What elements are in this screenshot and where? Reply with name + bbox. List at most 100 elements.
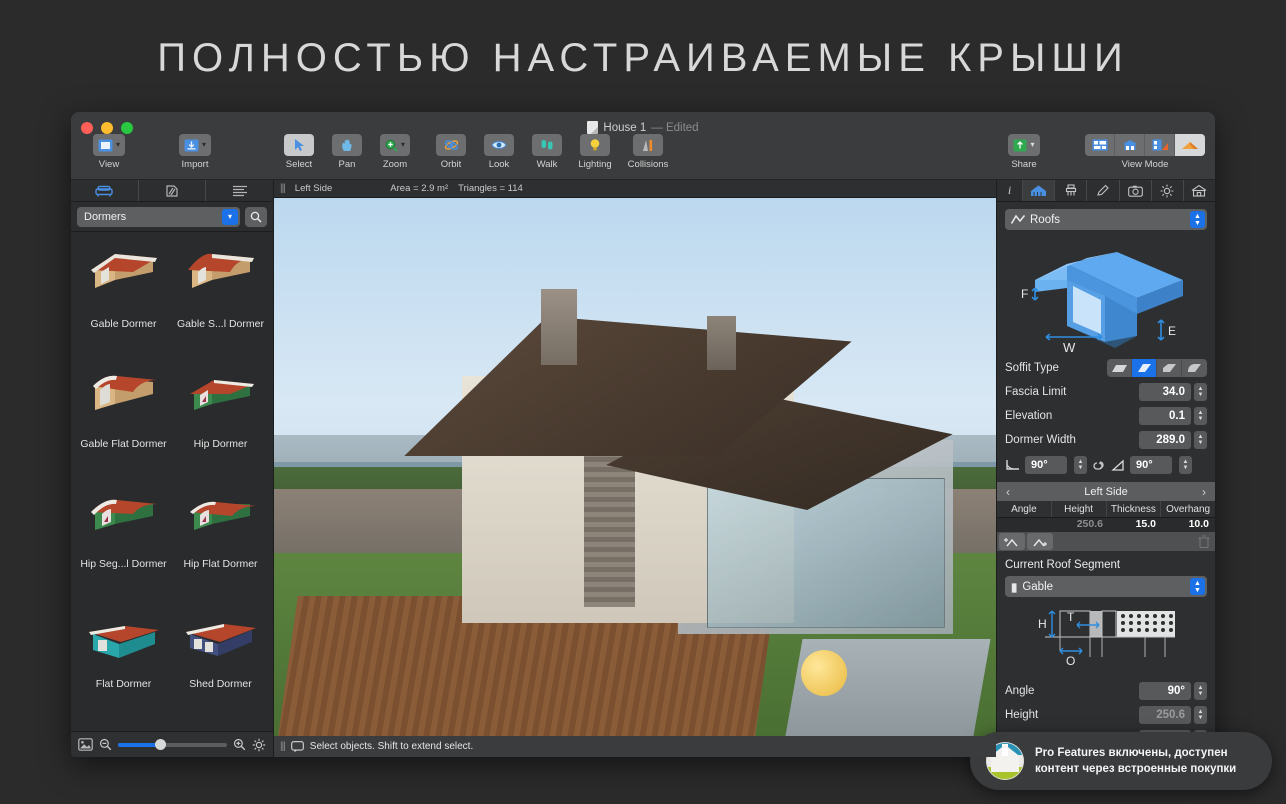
list-item[interactable]: Shed Dormer — [172, 602, 269, 720]
angle-right-value[interactable]: 90° — [1130, 456, 1172, 474]
angle-left-stepper[interactable]: ▲▼ — [1074, 456, 1087, 474]
import-button[interactable]: ▾ — [179, 134, 211, 156]
image-icon[interactable] — [78, 738, 93, 751]
drag-grip-icon[interactable]: ||| — [280, 183, 285, 194]
lighting-button[interactable] — [580, 134, 610, 156]
segment-angle-value[interactable]: 90° — [1139, 682, 1191, 700]
gear-icon[interactable] — [252, 738, 266, 752]
elevation-stepper[interactable]: ▲▼ — [1194, 407, 1207, 425]
table-row[interactable]: 250.6 15.0 10.0 — [997, 518, 1215, 532]
tab-info[interactable]: i — [997, 180, 1023, 201]
walk-button[interactable] — [532, 134, 562, 156]
tool-walk[interactable]: Walk — [524, 134, 570, 170]
house-icon — [1191, 184, 1207, 197]
segment-angle-control[interactable]: 90° ▲▼ — [1139, 682, 1207, 700]
drag-grip-icon[interactable]: ||| — [280, 741, 285, 752]
list-item[interactable]: Hip Dormer — [172, 362, 269, 480]
right-panel-tabs: i — [997, 180, 1215, 202]
elevation-value[interactable]: 0.1 — [1139, 407, 1191, 425]
zoom-in-icon[interactable] — [233, 738, 246, 751]
add-segment-button[interactable] — [999, 533, 1025, 550]
stepper-icon[interactable]: ▲▼ — [1190, 211, 1205, 228]
list-item[interactable] — [172, 722, 269, 731]
list-item[interactable]: Hip Seg...l Dormer — [75, 482, 172, 600]
tool-select[interactable]: Select — [276, 134, 322, 170]
category-dropdown[interactable]: Dormers ▾ — [77, 207, 240, 227]
list-item[interactable]: Flat Dormer — [75, 602, 172, 720]
zoom-slider[interactable] — [118, 743, 227, 747]
elevation-control[interactable]: 0.1 ▲▼ — [1139, 407, 1207, 425]
tab-building[interactable] — [1184, 180, 1215, 201]
soffit-option-stepped[interactable] — [1157, 359, 1182, 377]
fascia-limit-control[interactable]: 34.0 ▲▼ — [1139, 383, 1207, 401]
view-mode-segmented[interactable] — [1085, 134, 1205, 156]
chevron-right-icon[interactable]: › — [1193, 485, 1215, 499]
soffit-option-flat[interactable] — [1107, 359, 1132, 377]
tab-edit[interactable] — [1087, 180, 1119, 201]
list-item[interactable]: Gable Dormer — [75, 242, 172, 360]
view-button[interactable]: ▾ — [93, 134, 125, 156]
fascia-limit-stepper[interactable]: ▲▼ — [1194, 383, 1207, 401]
segment-height-value: 250.6 — [1139, 706, 1191, 724]
tab-furniture[interactable] — [71, 180, 139, 201]
toolbar-view-item[interactable]: ▾ View — [81, 134, 137, 170]
view-mode-floorplan[interactable] — [1085, 134, 1115, 156]
dormer-width-control[interactable]: 289.0 ▲▼ — [1139, 431, 1207, 449]
trash-icon[interactable] — [1198, 535, 1210, 548]
list-item[interactable]: Hip Flat Dormer — [172, 482, 269, 600]
lightbulb-icon — [589, 138, 601, 152]
insert-segment-button[interactable] — [1027, 533, 1053, 550]
list-item[interactable] — [75, 722, 172, 731]
stepper-icon[interactable]: ▲▼ — [1190, 578, 1205, 595]
chevron-left-icon[interactable]: ‹ — [997, 485, 1019, 499]
list-item[interactable]: Gable Flat Dormer — [75, 362, 172, 480]
tab-materials[interactable] — [139, 180, 207, 201]
dormer-width-stepper[interactable]: ▲▼ — [1194, 431, 1207, 449]
tool-lighting[interactable]: Lighting — [572, 134, 618, 170]
pan-button[interactable] — [332, 134, 362, 156]
angle-left-value[interactable]: 90° — [1025, 456, 1067, 474]
list-item[interactable]: Gable S...l Dormer — [172, 242, 269, 360]
look-button[interactable] — [484, 134, 514, 156]
share-item[interactable]: ▾ Share — [996, 134, 1052, 170]
right-panel: i — [996, 180, 1215, 757]
tab-materials-right[interactable] — [1055, 180, 1087, 201]
zoom-tool-button[interactable]: ▾ — [380, 134, 410, 156]
cell-height: 250.6 — [1056, 518, 1109, 532]
segment-height-control[interactable]: 250.6 ▲▼ — [1139, 706, 1207, 724]
soffit-option-curved[interactable] — [1182, 359, 1207, 377]
chevron-down-icon[interactable]: ▾ — [222, 209, 238, 225]
view-mode-section[interactable] — [1145, 134, 1175, 156]
tool-zoom[interactable]: ▾ Zoom — [372, 134, 418, 170]
tool-pan[interactable]: Pan — [324, 134, 370, 170]
toolbar-import-item[interactable]: ▾ Import — [167, 134, 223, 170]
view-mode-elevation[interactable] — [1115, 134, 1145, 156]
soffit-segmented[interactable] — [1107, 359, 1207, 377]
link-icon[interactable] — [1091, 459, 1107, 472]
tool-look[interactable]: Look — [476, 134, 522, 170]
pro-features-toast[interactable]: Pro Features включены, доступен контент … — [970, 732, 1272, 790]
tab-roof[interactable] — [1023, 180, 1055, 201]
zoom-slider-knob[interactable] — [155, 739, 166, 750]
search-button[interactable] — [245, 207, 267, 227]
tool-orbit[interactable]: Orbit — [428, 134, 474, 170]
segment-height-row: Height 250.6 ▲▼ — [1005, 703, 1207, 727]
tool-collisions[interactable]: Collisions — [620, 134, 676, 170]
fascia-limit-value[interactable]: 34.0 — [1139, 383, 1191, 401]
share-button[interactable]: ▾ — [1008, 134, 1039, 156]
angle-right-stepper[interactable]: ▲▼ — [1179, 456, 1192, 474]
view-mode-roof[interactable] — [1175, 134, 1205, 156]
collisions-button[interactable] — [633, 134, 663, 156]
tab-camera[interactable] — [1120, 180, 1152, 201]
tab-lighting-right[interactable] — [1152, 180, 1184, 201]
roofs-dropdown[interactable]: Roofs ▲▼ — [1005, 209, 1207, 230]
tab-list[interactable] — [206, 180, 273, 201]
segment-type-dropdown[interactable]: ▮ Gable ▲▼ — [1005, 576, 1207, 597]
zoom-out-icon[interactable] — [99, 738, 112, 751]
soffit-option-angled[interactable] — [1132, 359, 1157, 377]
orbit-button[interactable] — [436, 134, 466, 156]
segment-angle-stepper[interactable]: ▲▼ — [1194, 682, 1207, 700]
dormer-width-value[interactable]: 289.0 — [1139, 431, 1191, 449]
viewport-3d[interactable]: ||| Left Side Area = 2.9 m² Triangles = … — [274, 180, 996, 757]
select-button[interactable] — [284, 134, 314, 156]
